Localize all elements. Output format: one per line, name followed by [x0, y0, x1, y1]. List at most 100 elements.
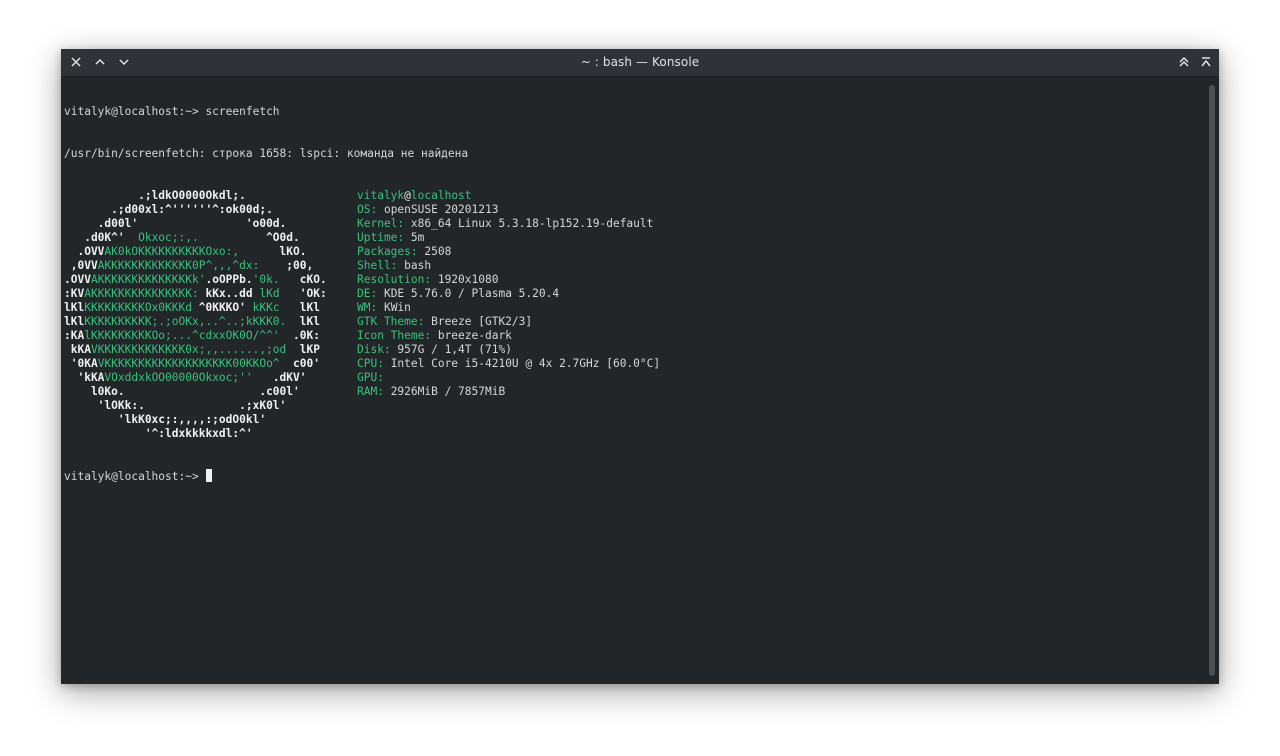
ascii-logo-line: .d0K^' Okxoc;:,. ^O0d.	[64, 231, 357, 245]
ascii-logo-segment: 'lkK0xc;:,,,,:;odO0kl'	[64, 413, 267, 426]
ascii-logo-segment: l0Ko. .c00l'	[64, 385, 300, 398]
ascii-logo-line: '^:ldxkkkkxdl:^'	[64, 427, 357, 441]
screenfetch-row: .d00l' 'o00d. Kernel: x86_64 Linux 5.3.18…	[64, 217, 1205, 231]
ascii-logo-segment: VOxddxkOO00000Okxoc;''	[104, 371, 253, 384]
ascii-logo-segment: .d00l' 'o00d.	[64, 217, 287, 230]
info-label: DE:	[357, 287, 384, 300]
system-info-line: DE: KDE 5.76.0 / Plasma 5.20.4	[357, 287, 1205, 301]
ascii-logo-line: kKAVKKKKKKKKKKKKK0x;,,......,;od lKP	[64, 343, 357, 357]
info-username: vitalyk	[357, 189, 405, 202]
shade-icon	[1201, 57, 1211, 67]
screenfetch-row: :KAlKKKKKKKKKOo;...^cdxxOK0O/^^' .0K: Ico…	[64, 329, 1205, 343]
info-value: x86_64 Linux 5.3.18-lp152.19-default	[410, 217, 654, 230]
screenfetch-row: :KVAKKKKKKKKKKKKKKK: kKx..dd lKd 'OK: DE:…	[64, 287, 1205, 301]
ascii-logo-line: .;ldkO0000Okdl;.	[64, 189, 357, 203]
ascii-logo-line: 'lOKk:. .;xK0l'	[64, 399, 357, 413]
info-label: RAM:	[357, 385, 391, 398]
ascii-logo-segment: .;ldkO0000Okdl;.	[64, 189, 246, 202]
system-info-line: Disk: 957G / 1,4T (71%)	[357, 343, 1205, 357]
screenfetch-row: '0KAVKKKKKKKKKKKKKKKKKKK00KKOo^ c00' CPU:…	[64, 357, 1205, 371]
ascii-logo-line: .OVVAK0kOKKKKKKKKKKOxo:, lKO.	[64, 245, 357, 259]
ascii-logo-segment: 'kKA	[64, 371, 105, 384]
info-label: CPU:	[357, 357, 391, 370]
ascii-logo-line: :KAlKKKKKKKKKOo;...^cdxxOK0O/^^' .0K:	[64, 329, 357, 343]
prompt-line[interactable]: vitalyk@localhost:~>	[64, 469, 1205, 483]
info-label: Disk:	[357, 343, 398, 356]
ascii-logo-segment: ,0VV	[64, 259, 98, 272]
ascii-logo-segment: lKl	[286, 315, 320, 328]
screenfetch-row: .OVVAK0kOKKKKKKKKKKOxo:, lKO. Packages: 2…	[64, 245, 1205, 259]
titlebar[interactable]: ~ : bash — Konsole	[61, 49, 1219, 77]
system-info-line: vitalyk@localhost	[357, 189, 1205, 203]
screenfetch-row: 'lkK0xc;:,,,,:;odO0kl'	[64, 413, 1205, 427]
system-info-line: WM: KWin	[357, 301, 1205, 315]
info-value: 2508	[424, 245, 452, 258]
ascii-logo-segment: .OVV	[64, 245, 105, 258]
system-info-line	[357, 427, 1205, 441]
info-value: Intel Core i5-4210U @ 4x 2.7GHz [60.0°C]	[390, 357, 661, 370]
ascii-logo-segment: '^:ldxkkkkxdl:^'	[64, 427, 253, 440]
ascii-logo-segment: c00'	[279, 357, 320, 370]
screenfetch-row: .OVVAKKKKKKKKKKKKKKk'.oOPPb.'0k. cKO. Res…	[64, 273, 1205, 287]
command-line: vitalyk@localhost:~> screenfetch	[64, 105, 280, 118]
scrollbar-thumb[interactable]	[1209, 85, 1215, 676]
ascii-logo-line: 'lkK0xc;:,,,,:;odO0kl'	[64, 413, 357, 427]
ascii-logo-line: .OVVAKKKKKKKKKKKKKKk'.oOPPb.'0k. cKO.	[64, 273, 357, 287]
system-info-line: Kernel: x86_64 Linux 5.3.18-lp152.19-def…	[357, 217, 1205, 231]
ascii-logo-segment: 'lOKk:. .;xK0l'	[64, 399, 287, 412]
error-line: /usr/bin/screenfetch: строка 1658: lspci…	[64, 147, 469, 160]
ascii-logo-segment: '0KA	[64, 357, 98, 370]
system-info-line: RAM: 2926MiB / 7857MiB	[357, 385, 1205, 399]
ascii-logo-segment: ;00,	[259, 259, 314, 272]
screenfetch-row: 'lOKk:. .;xK0l'	[64, 399, 1205, 413]
system-info-line: Packages: 2508	[357, 245, 1205, 259]
scrollbar[interactable]	[1205, 77, 1219, 684]
ascii-logo-line: l0Ko. .c00l'	[64, 385, 357, 399]
screenfetch-row: 'kKAVOxddxkOO00000Okxoc;'' .dKV' GPU:	[64, 371, 1205, 385]
system-info-line	[357, 399, 1205, 413]
info-label: GPU:	[357, 371, 391, 384]
system-info-line: Uptime: 5m	[357, 231, 1205, 245]
terminal-output[interactable]: vitalyk@localhost:~> screenfetch /usr/bi…	[61, 77, 1205, 684]
info-value: KWin	[383, 301, 411, 314]
konsole-window: ~ : bash — Konsole vitalyk@localhost:~> …	[61, 49, 1219, 684]
info-label: Icon Theme:	[357, 329, 438, 342]
ascii-logo-line: lKlKKKKKKKKKK;.;oOKx,..^..;kKKK0. lKl	[64, 315, 357, 329]
ascii-logo-segment: '0k.	[252, 273, 280, 286]
ascii-logo-segment: .0K:	[279, 329, 320, 342]
system-info-line: Resolution: 1920x1080	[357, 273, 1205, 287]
ascii-logo-segment: lKl	[64, 301, 85, 314]
keep-above-button[interactable]	[1175, 53, 1193, 71]
info-label: Shell:	[357, 259, 405, 272]
info-label: Uptime:	[357, 231, 411, 244]
info-value: 5m	[410, 231, 425, 244]
titlebar-right-buttons	[1175, 53, 1215, 71]
screenfetch-row: .;d00xl:^''''''^:ok00d;. OS: openSUSE 202…	[64, 203, 1205, 217]
screenfetch-row: l0Ko. .c00l' RAM: 2926MiB / 7857MiB	[64, 385, 1205, 399]
info-value: breeze-dark	[437, 329, 512, 342]
info-value: openSUSE 20201213	[383, 203, 499, 216]
system-info-line: GTK Theme: Breeze [GTK2/3]	[357, 315, 1205, 329]
info-label: OS:	[357, 203, 384, 216]
ascii-logo-segment: .dKV'	[252, 371, 307, 384]
ascii-logo-line: ,0VVAKKKKKKKKKKKKK0P^,,,^dx: ;00,	[64, 259, 357, 273]
info-value: 957G / 1,4T (71%)	[397, 343, 512, 356]
prompt-text: vitalyk@localhost:~>	[64, 470, 206, 483]
screenfetch-row: '^:ldxkkkkxdl:^'	[64, 427, 1205, 441]
ascii-logo-segment: kKx..dd	[205, 287, 260, 300]
ascii-logo-segment: .d0K^'	[64, 231, 139, 244]
window-title: ~ : bash — Konsole	[580, 55, 700, 69]
info-hostname: localhost	[410, 189, 472, 202]
screenfetch-row: kKAVKKKKKKKKKKKKK0x;,,......,;od lKP Disk…	[64, 343, 1205, 357]
ascii-logo-segment: lKl	[279, 301, 320, 314]
shade-button[interactable]	[1197, 53, 1215, 71]
info-value: bash	[404, 259, 432, 272]
ascii-logo-segment: cKO.	[279, 273, 327, 286]
system-info-line	[357, 413, 1205, 427]
ascii-logo-segment: KKKKKKKKKOx0KKKd	[84, 301, 199, 314]
ascii-logo-segment: lKKKKKKKKKOo;...^cdxxOK0O/^^'	[84, 329, 280, 342]
ascii-logo-segment: lKO.	[239, 245, 307, 258]
info-value: 2926MiB / 7857MiB	[390, 385, 506, 398]
info-value: KDE 5.76.0 / Plasma 5.20.4	[383, 287, 560, 300]
system-info-line: GPU:	[357, 371, 1205, 385]
